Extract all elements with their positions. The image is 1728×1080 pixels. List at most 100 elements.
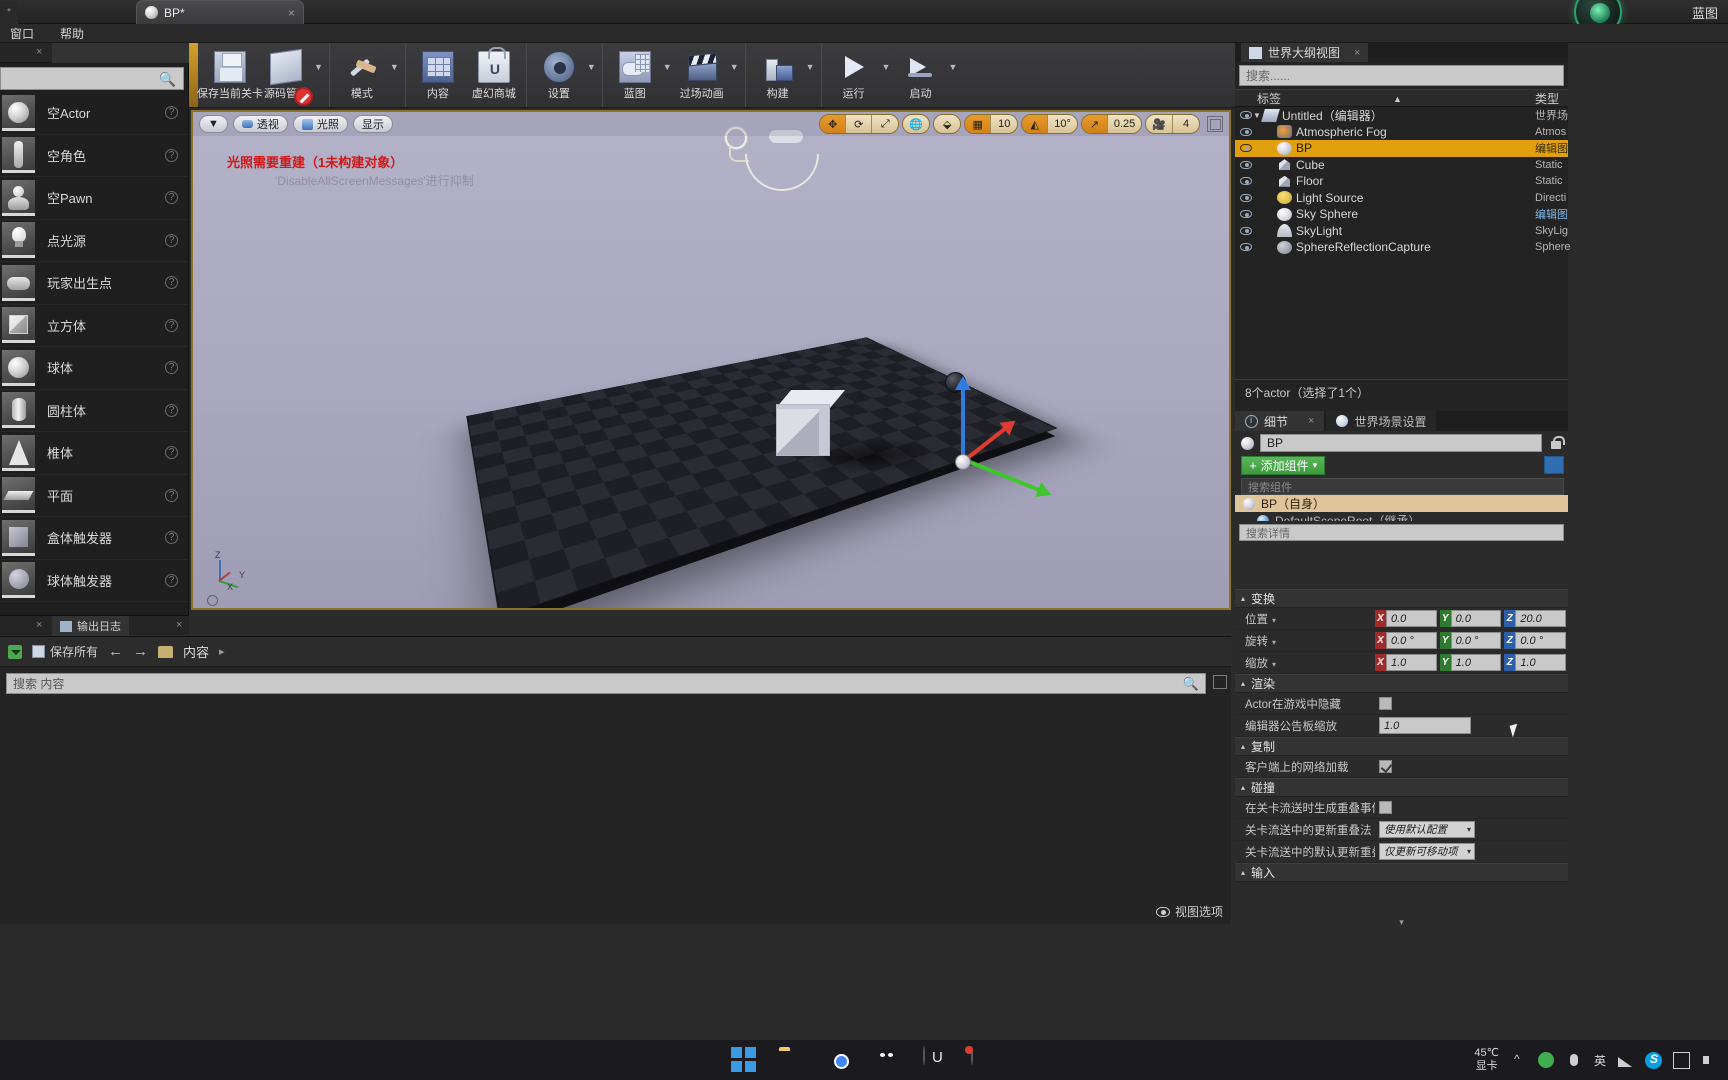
details-properties-scroll[interactable]: ▴ 变换 位置 ▾ X 0.0 Y 0.0 Z 20.0 旋转 ▾ X 0.0 … — [1235, 589, 1568, 928]
camera-speed-value[interactable]: 4 — [1173, 115, 1199, 133]
component-row-self[interactable]: BP（自身） — [1235, 495, 1568, 512]
scale-snap-icon[interactable]: ↗ — [1081, 115, 1108, 133]
save-all-button[interactable]: 保存所有 — [32, 643, 98, 660]
place-search-input[interactable]: 🔍 — [0, 67, 184, 90]
list-item[interactable]: 平面 ? — [0, 475, 188, 517]
help-icon[interactable]: ? — [165, 531, 178, 545]
close-icon[interactable]: × — [36, 46, 42, 58]
tab-output-log[interactable]: 输出日志 — [52, 616, 129, 636]
visibility-toggle-icon[interactable] — [1239, 111, 1253, 120]
gizmo-z-axis[interactable] — [955, 376, 971, 460]
visibility-toggle-icon[interactable] — [1239, 243, 1253, 252]
launch-button[interactable]: 启动 — [892, 43, 948, 107]
section-header-rendering[interactable]: ▴ 渲染 — [1235, 674, 1568, 693]
forward-arrow-icon[interactable]: → — [133, 643, 148, 660]
location-y[interactable]: Y 0.0 — [1439, 610, 1502, 627]
details-search-input[interactable]: 搜索详情 — [1239, 524, 1564, 541]
build-button[interactable]: 构建 — [750, 43, 806, 107]
details-expander[interactable]: ▾ — [1235, 916, 1568, 928]
tab-world-settings[interactable]: 世界场景设置 — [1326, 411, 1437, 431]
content-save-icon[interactable] — [1213, 675, 1227, 689]
table-row[interactable]: Light Source Directi — [1235, 190, 1568, 207]
help-icon[interactable]: ? — [165, 403, 178, 417]
section-header-collision[interactable]: ▴ 碰撞 — [1235, 778, 1568, 797]
table-row[interactable]: SphereReflectionCapture Sphere — [1235, 239, 1570, 256]
settings-button[interactable]: 设置 — [531, 43, 587, 107]
maximize-viewport-icon[interactable] — [1207, 116, 1223, 132]
number-input[interactable]: 1.0 — [1379, 717, 1471, 734]
chevron-down-icon[interactable]: ▼ — [806, 62, 815, 72]
volume-icon[interactable] — [1701, 1052, 1718, 1069]
save-current-level-button[interactable]: 保存当前关卡 — [197, 43, 263, 107]
content-browser-asset-area[interactable] — [0, 699, 1231, 902]
cinematics-button[interactable]: 过场动画 — [674, 43, 730, 107]
help-icon[interactable]: ? — [165, 106, 178, 120]
chrome-icon[interactable] — [827, 1047, 853, 1073]
angle-snap-icon[interactable]: ◭ — [1022, 115, 1049, 133]
visibility-toggle-icon[interactable] — [1239, 160, 1253, 169]
section-header-input[interactable]: ▴ 输入 — [1235, 863, 1568, 882]
component-search-input[interactable]: 搜索组件 — [1241, 478, 1564, 495]
content-search-input[interactable]: 搜索 内容 🔍 — [6, 673, 1206, 694]
editor-tab-bp[interactable]: BP* × — [136, 0, 304, 24]
level-viewport[interactable]: 光照需要重建（1未构建对象） 'DisableAllScreenMessages… — [191, 110, 1231, 610]
source-control-button[interactable]: 源码管理 — [258, 43, 314, 107]
section-header-replication[interactable]: ▴ 复制 — [1235, 737, 1568, 756]
chevron-down-icon[interactable]: ▼ — [882, 62, 891, 72]
list-item[interactable]: 空Pawn ? — [0, 177, 188, 220]
visibility-toggle-icon[interactable] — [1239, 210, 1253, 219]
list-item[interactable]: 球体 ? — [0, 347, 188, 390]
sort-ascending-icon[interactable]: ▲ — [1393, 94, 1402, 104]
list-item[interactable]: 椎体 ? — [0, 432, 188, 475]
wechat-icon[interactable] — [875, 1047, 901, 1073]
column-header-type[interactable]: 类型 — [1535, 90, 1559, 107]
gizmo-x-axis[interactable] — [963, 426, 1008, 462]
chevron-up-icon[interactable] — [1510, 1052, 1527, 1069]
close-icon[interactable]: × — [1308, 415, 1314, 427]
checkbox[interactable] — [1379, 801, 1392, 814]
chevron-down-icon[interactable]: ▼ — [948, 62, 957, 72]
display-icon[interactable] — [1673, 1051, 1690, 1069]
modes-button[interactable]: 模式 — [334, 43, 390, 107]
unreal-engine-icon[interactable] — [923, 1046, 949, 1073]
play-button[interactable]: 运行 — [826, 43, 882, 107]
list-item[interactable]: 空角色 ? — [0, 135, 188, 177]
file-explorer-icon[interactable] — [779, 1047, 805, 1073]
windows-start-icon[interactable] — [731, 1047, 757, 1073]
chevron-down-icon[interactable]: ▼ — [587, 62, 596, 72]
actor-name-input[interactable]: BP — [1260, 434, 1542, 452]
close-icon[interactable]: × — [288, 6, 295, 20]
location-z[interactable]: Z 20.0 — [1504, 610, 1567, 627]
grid-snap-icon[interactable]: ▦ — [965, 115, 992, 133]
scale-gizmo-icon[interactable]: ⤢ — [872, 115, 899, 133]
help-icon[interactable]: ? — [165, 361, 178, 375]
scale-snap-value[interactable]: 0.25 — [1107, 115, 1142, 133]
skype-icon[interactable] — [1645, 1051, 1662, 1069]
list-item[interactable]: 空Actor ? — [0, 92, 188, 135]
component-row-clipped[interactable]: DefaultSceneRoot（继承） — [1235, 512, 1568, 521]
list-item[interactable]: 球体触发器 ? — [0, 560, 188, 602]
back-arrow-icon[interactable]: ← — [108, 643, 123, 660]
surface-snap-button[interactable]: ⬙ — [933, 114, 962, 134]
help-icon[interactable]: ? — [165, 276, 178, 290]
checkbox[interactable] — [1379, 697, 1392, 710]
dropdown-select[interactable]: 使用默认配置 ▾ — [1379, 821, 1475, 838]
section-header-transform[interactable]: ▴ 变换 — [1235, 589, 1568, 608]
add-component-button[interactable]: + 添加组件 ▾ — [1241, 455, 1326, 475]
gizmo-y-axis[interactable] — [964, 458, 1040, 492]
component-row-root[interactable]: DefaultSceneRoot（继承） — [1235, 512, 1568, 521]
breadcrumb[interactable]: 内容 — [183, 642, 209, 661]
scale-x[interactable]: X 1.0 — [1375, 654, 1437, 671]
table-row[interactable]: Floor Static — [1235, 173, 1568, 190]
save-all-dropdown-icon[interactable] — [8, 644, 22, 659]
content-button[interactable]: 内容 — [410, 43, 466, 107]
tab-details[interactable]: 细节 × — [1235, 411, 1325, 431]
help-icon[interactable]: ? — [165, 573, 178, 587]
visibility-toggle-icon[interactable] — [1239, 226, 1253, 235]
location-x[interactable]: X 0.0 — [1375, 610, 1437, 627]
column-header-label[interactable]: 标签 — [1257, 90, 1281, 107]
view-perspective-button[interactable]: 透视 — [232, 115, 288, 133]
list-item[interactable]: 圆柱体 ? — [0, 390, 188, 432]
help-icon[interactable]: ? — [165, 148, 178, 162]
visibility-toggle-icon[interactable] — [1239, 177, 1253, 186]
